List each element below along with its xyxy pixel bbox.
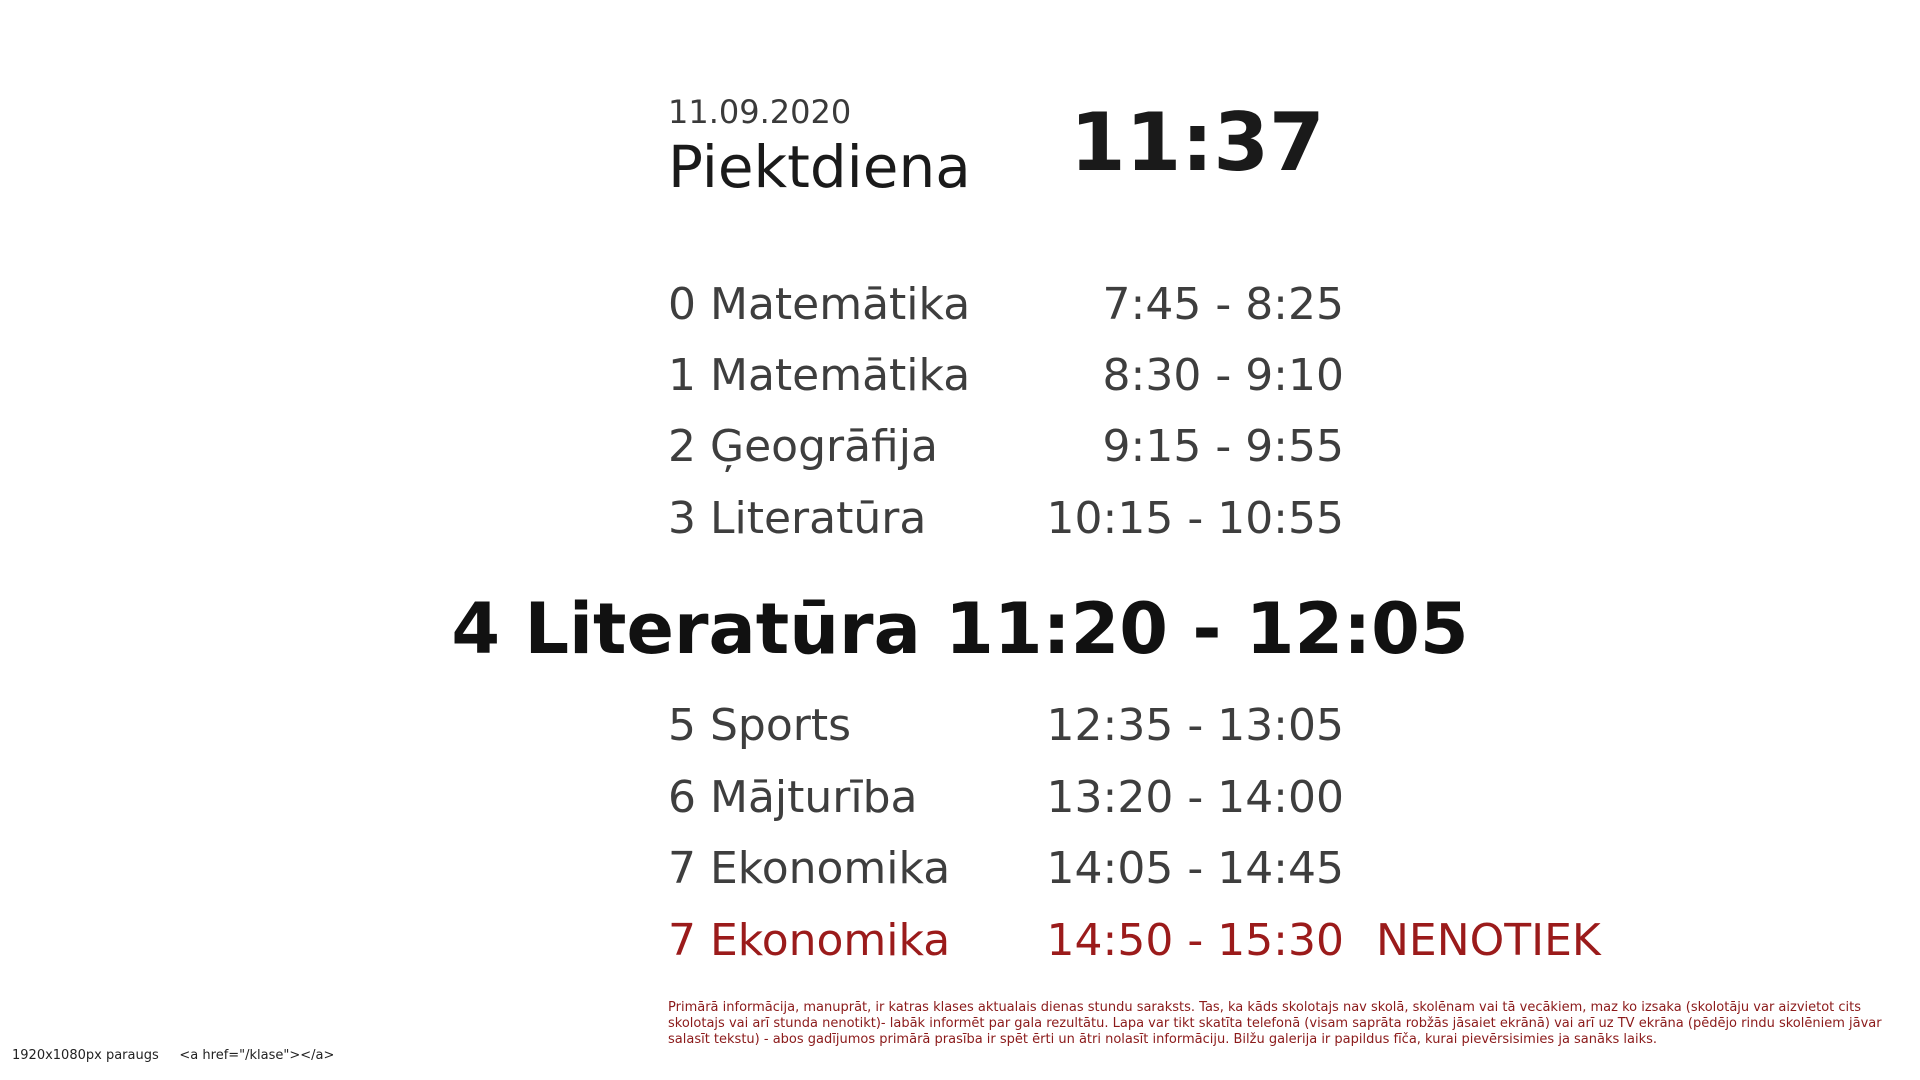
- lesson-subject: 5 Sports: [668, 700, 852, 751]
- lesson-subject: 3 Literatūra: [668, 493, 927, 544]
- lesson-subject: 7 Ekonomika: [668, 843, 951, 894]
- lesson-time: 14:05 - 14:45: [1046, 843, 1344, 894]
- weekday-label: Piektdiena: [668, 133, 971, 201]
- lesson-subject: 6 Mājturība: [668, 772, 918, 823]
- clock: 11:37: [1070, 96, 1325, 189]
- size-label: 1920x1080px paraugs: [12, 1048, 159, 1063]
- schedule-page: 11.09.2020 Piektdiena 11:37 0 Matemātika…: [0, 0, 1920, 1080]
- lesson-time: 10:15 - 10:55: [1046, 493, 1344, 544]
- lesson-subject: 2 Ģeogrāfija: [668, 421, 938, 472]
- lesson-subject: 1 Matemātika: [668, 350, 971, 401]
- lesson-time: 8:30 - 9:10: [1102, 350, 1344, 401]
- current-lesson: 4 Literatūra 11:20 - 12:05: [451, 588, 1469, 670]
- cancelled-badge: NENOTIEK: [1376, 915, 1601, 966]
- lesson-subject: 7 Ekonomika: [668, 915, 951, 966]
- info-note: Primārā informācija, manuprāt, ir katras…: [668, 1000, 1882, 1047]
- date-label: 11.09.2020: [668, 93, 852, 131]
- footer: 1920x1080px paraugs <a href="/klase"></a…: [12, 1048, 334, 1064]
- lesson-time: 7:45 - 8:25: [1102, 279, 1344, 330]
- lesson-time: 9:15 - 9:55: [1102, 421, 1344, 472]
- lesson-subject: 0 Matemātika: [668, 279, 971, 330]
- lesson-time: 12:35 - 13:05: [1046, 700, 1344, 751]
- lesson-time: 14:50 - 15:30: [1046, 915, 1344, 966]
- lesson-time: 13:20 - 14:00: [1046, 772, 1344, 823]
- code-label: <a href="/klase"></a>: [179, 1048, 335, 1063]
